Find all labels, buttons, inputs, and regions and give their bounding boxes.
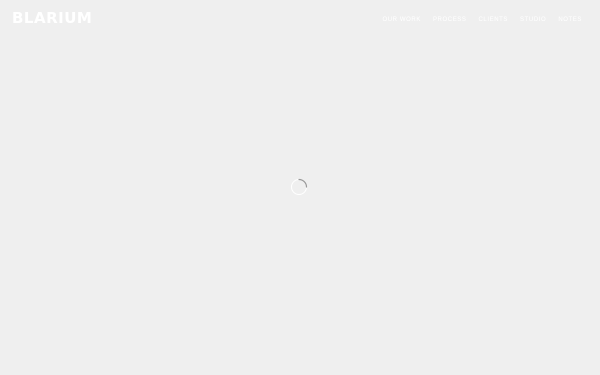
nav-item-notes[interactable]: Notes — [558, 16, 582, 24]
loading-spinner-icon — [290, 178, 308, 196]
site-header: BLARIUM Our Work Process Clients Studio … — [0, 0, 600, 40]
nav-item-our-work[interactable]: Our Work — [382, 16, 420, 24]
site-logo[interactable]: BLARIUM — [12, 10, 92, 26]
page: BLARIUM Our Work Process Clients Studio … — [0, 0, 600, 375]
nav-item-process[interactable]: Process — [433, 16, 467, 24]
nav-item-studio[interactable]: Studio — [520, 16, 546, 24]
nav-item-clients[interactable]: Clients — [479, 16, 509, 24]
main-nav: Our Work Process Clients Studio Notes — [382, 16, 582, 24]
